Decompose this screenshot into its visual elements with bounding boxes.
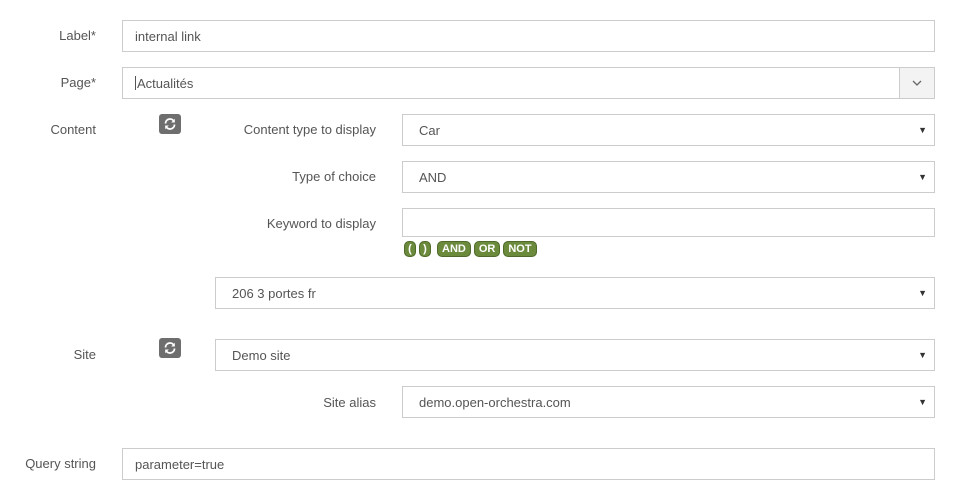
chevron-down-icon: [912, 80, 922, 86]
type-of-choice-value: AND: [419, 169, 447, 185]
query-string-label: Query string: [25, 456, 96, 471]
caret-down-icon: ▼: [918, 288, 927, 298]
page-dropdown-button[interactable]: [899, 68, 934, 98]
page-field-label: Page*: [60, 75, 96, 90]
content-select-value: 206 3 portes fr: [232, 285, 316, 301]
label-input[interactable]: [122, 20, 935, 52]
open-paren-button[interactable]: (: [404, 241, 416, 257]
keyword-label: Keyword to display: [266, 216, 376, 231]
keyword-operator-buttons: ( ) AND OR NOT: [404, 241, 540, 257]
content-field-label: Content: [50, 122, 96, 137]
site-alias-select[interactable]: demo.open-orchestra.com ▼: [402, 386, 935, 418]
content-type-label: Content type to display: [243, 122, 376, 137]
type-of-choice-select[interactable]: AND ▼: [402, 161, 935, 193]
refresh-icon: [164, 118, 176, 130]
page-select-value: Actualités: [137, 75, 194, 91]
or-button[interactable]: OR: [473, 241, 501, 257]
not-button[interactable]: NOT: [503, 241, 537, 257]
content-refresh-button[interactable]: [159, 114, 181, 134]
type-of-choice-label: Type of choice: [292, 169, 376, 184]
content-type-select[interactable]: Car ▼: [402, 114, 935, 146]
page-select[interactable]: Actualités: [122, 67, 935, 99]
text-cursor: [135, 76, 136, 90]
site-refresh-button[interactable]: [159, 338, 181, 358]
and-button[interactable]: AND: [437, 241, 471, 257]
refresh-icon: [164, 342, 176, 354]
site-select-value: Demo site: [232, 347, 291, 363]
caret-down-icon: ▼: [918, 125, 927, 135]
caret-down-icon: ▼: [918, 397, 927, 407]
caret-down-icon: ▼: [918, 172, 927, 182]
site-select[interactable]: Demo site ▼: [215, 339, 935, 371]
caret-down-icon: ▼: [918, 350, 927, 360]
label-field-label: Label*: [59, 28, 96, 43]
site-alias-label: Site alias: [323, 395, 376, 410]
content-type-value: Car: [419, 122, 440, 138]
close-paren-button[interactable]: ): [419, 241, 431, 257]
keyword-input[interactable]: [402, 208, 935, 237]
site-field-label: Site: [73, 347, 96, 362]
site-alias-value: demo.open-orchestra.com: [419, 394, 571, 410]
content-select[interactable]: 206 3 portes fr ▼: [215, 277, 935, 309]
query-string-input[interactable]: [122, 448, 935, 480]
